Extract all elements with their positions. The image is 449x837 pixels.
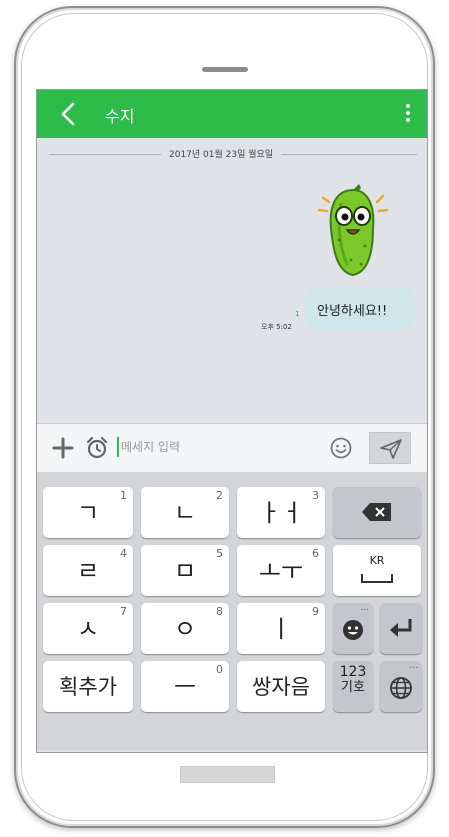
screen: 수지 2017년 01월 23일 월요일 1 오후 5:02 안녕하세요!! 메… [36, 89, 428, 753]
symbols-key[interactable]: 123 기호 [333, 661, 373, 712]
key-i[interactable]: ㅣ 9 [237, 603, 325, 654]
unread-count: 1 [295, 310, 300, 318]
plus-icon [52, 437, 74, 459]
double-consonant-key[interactable]: 쌍자음 [237, 661, 325, 712]
more-options-button[interactable] [403, 101, 413, 127]
space-key[interactable]: KR [333, 545, 421, 596]
back-arrow-icon [61, 102, 75, 126]
message-input[interactable] [121, 434, 321, 460]
chat-title: 수지 [105, 107, 135, 126]
key-eu[interactable]: ㅡ 0 [141, 661, 229, 712]
emoticon-button[interactable] [329, 436, 353, 460]
backspace-icon [362, 503, 391, 521]
key-siot[interactable]: ㅅ 7 [43, 603, 133, 654]
globe-icon [390, 677, 412, 699]
back-button[interactable] [57, 100, 83, 128]
send-icon [380, 439, 402, 459]
home-button[interactable] [180, 766, 275, 783]
message-composer [37, 423, 427, 472]
language-key[interactable]: ... [380, 661, 422, 712]
key-a-eo[interactable]: ㅏㅓ 3 [237, 487, 325, 538]
reminder-button[interactable] [85, 436, 109, 460]
language-label: KR [369, 554, 385, 567]
text-cursor [117, 437, 119, 457]
phone-speaker [202, 67, 248, 72]
smiley-icon [330, 437, 352, 459]
add-stroke-key[interactable]: 획추가 [43, 661, 133, 712]
keyboard: ㄱ 1 ㄴ 2 ㅏㅓ 3 ㄹ 4 ㅁ 5 ㅗㅜ 6 KR ㅅ 7 ㅇ 8 ㅣ 9… [37, 472, 427, 750]
key-rieul[interactable]: ㄹ 4 [43, 545, 133, 596]
key-nieun[interactable]: ㄴ 2 [141, 487, 229, 538]
key-ieung[interactable]: ㅇ 8 [141, 603, 229, 654]
cucumber-sticker[interactable] [307, 180, 397, 280]
key-mieum[interactable]: ㅁ 5 [141, 545, 229, 596]
app-bar: 수지 [37, 90, 427, 138]
key-o-u[interactable]: ㅗㅜ 6 [237, 545, 325, 596]
key-giyeok[interactable]: ㄱ 1 [43, 487, 133, 538]
emoji-key[interactable]: ... [333, 603, 373, 654]
attach-button[interactable] [51, 436, 75, 460]
space-icon [361, 574, 393, 583]
chat-messages-area[interactable]: 2017년 01월 23일 월요일 1 오후 5:02 안녕하세요!! [37, 138, 427, 423]
date-separator: 2017년 01월 23일 월요일 [161, 147, 282, 160]
message-bubble[interactable]: 안녕하세요!! [305, 288, 415, 330]
message-time: 오후 5:02 [261, 323, 292, 331]
emoji-icon [343, 620, 363, 640]
alarm-clock-icon [86, 436, 108, 459]
send-button[interactable] [369, 432, 411, 464]
more-vertical-icon [406, 104, 410, 108]
enter-icon [390, 619, 412, 637]
enter-key[interactable] [380, 603, 422, 654]
backspace-key[interactable] [333, 487, 421, 538]
